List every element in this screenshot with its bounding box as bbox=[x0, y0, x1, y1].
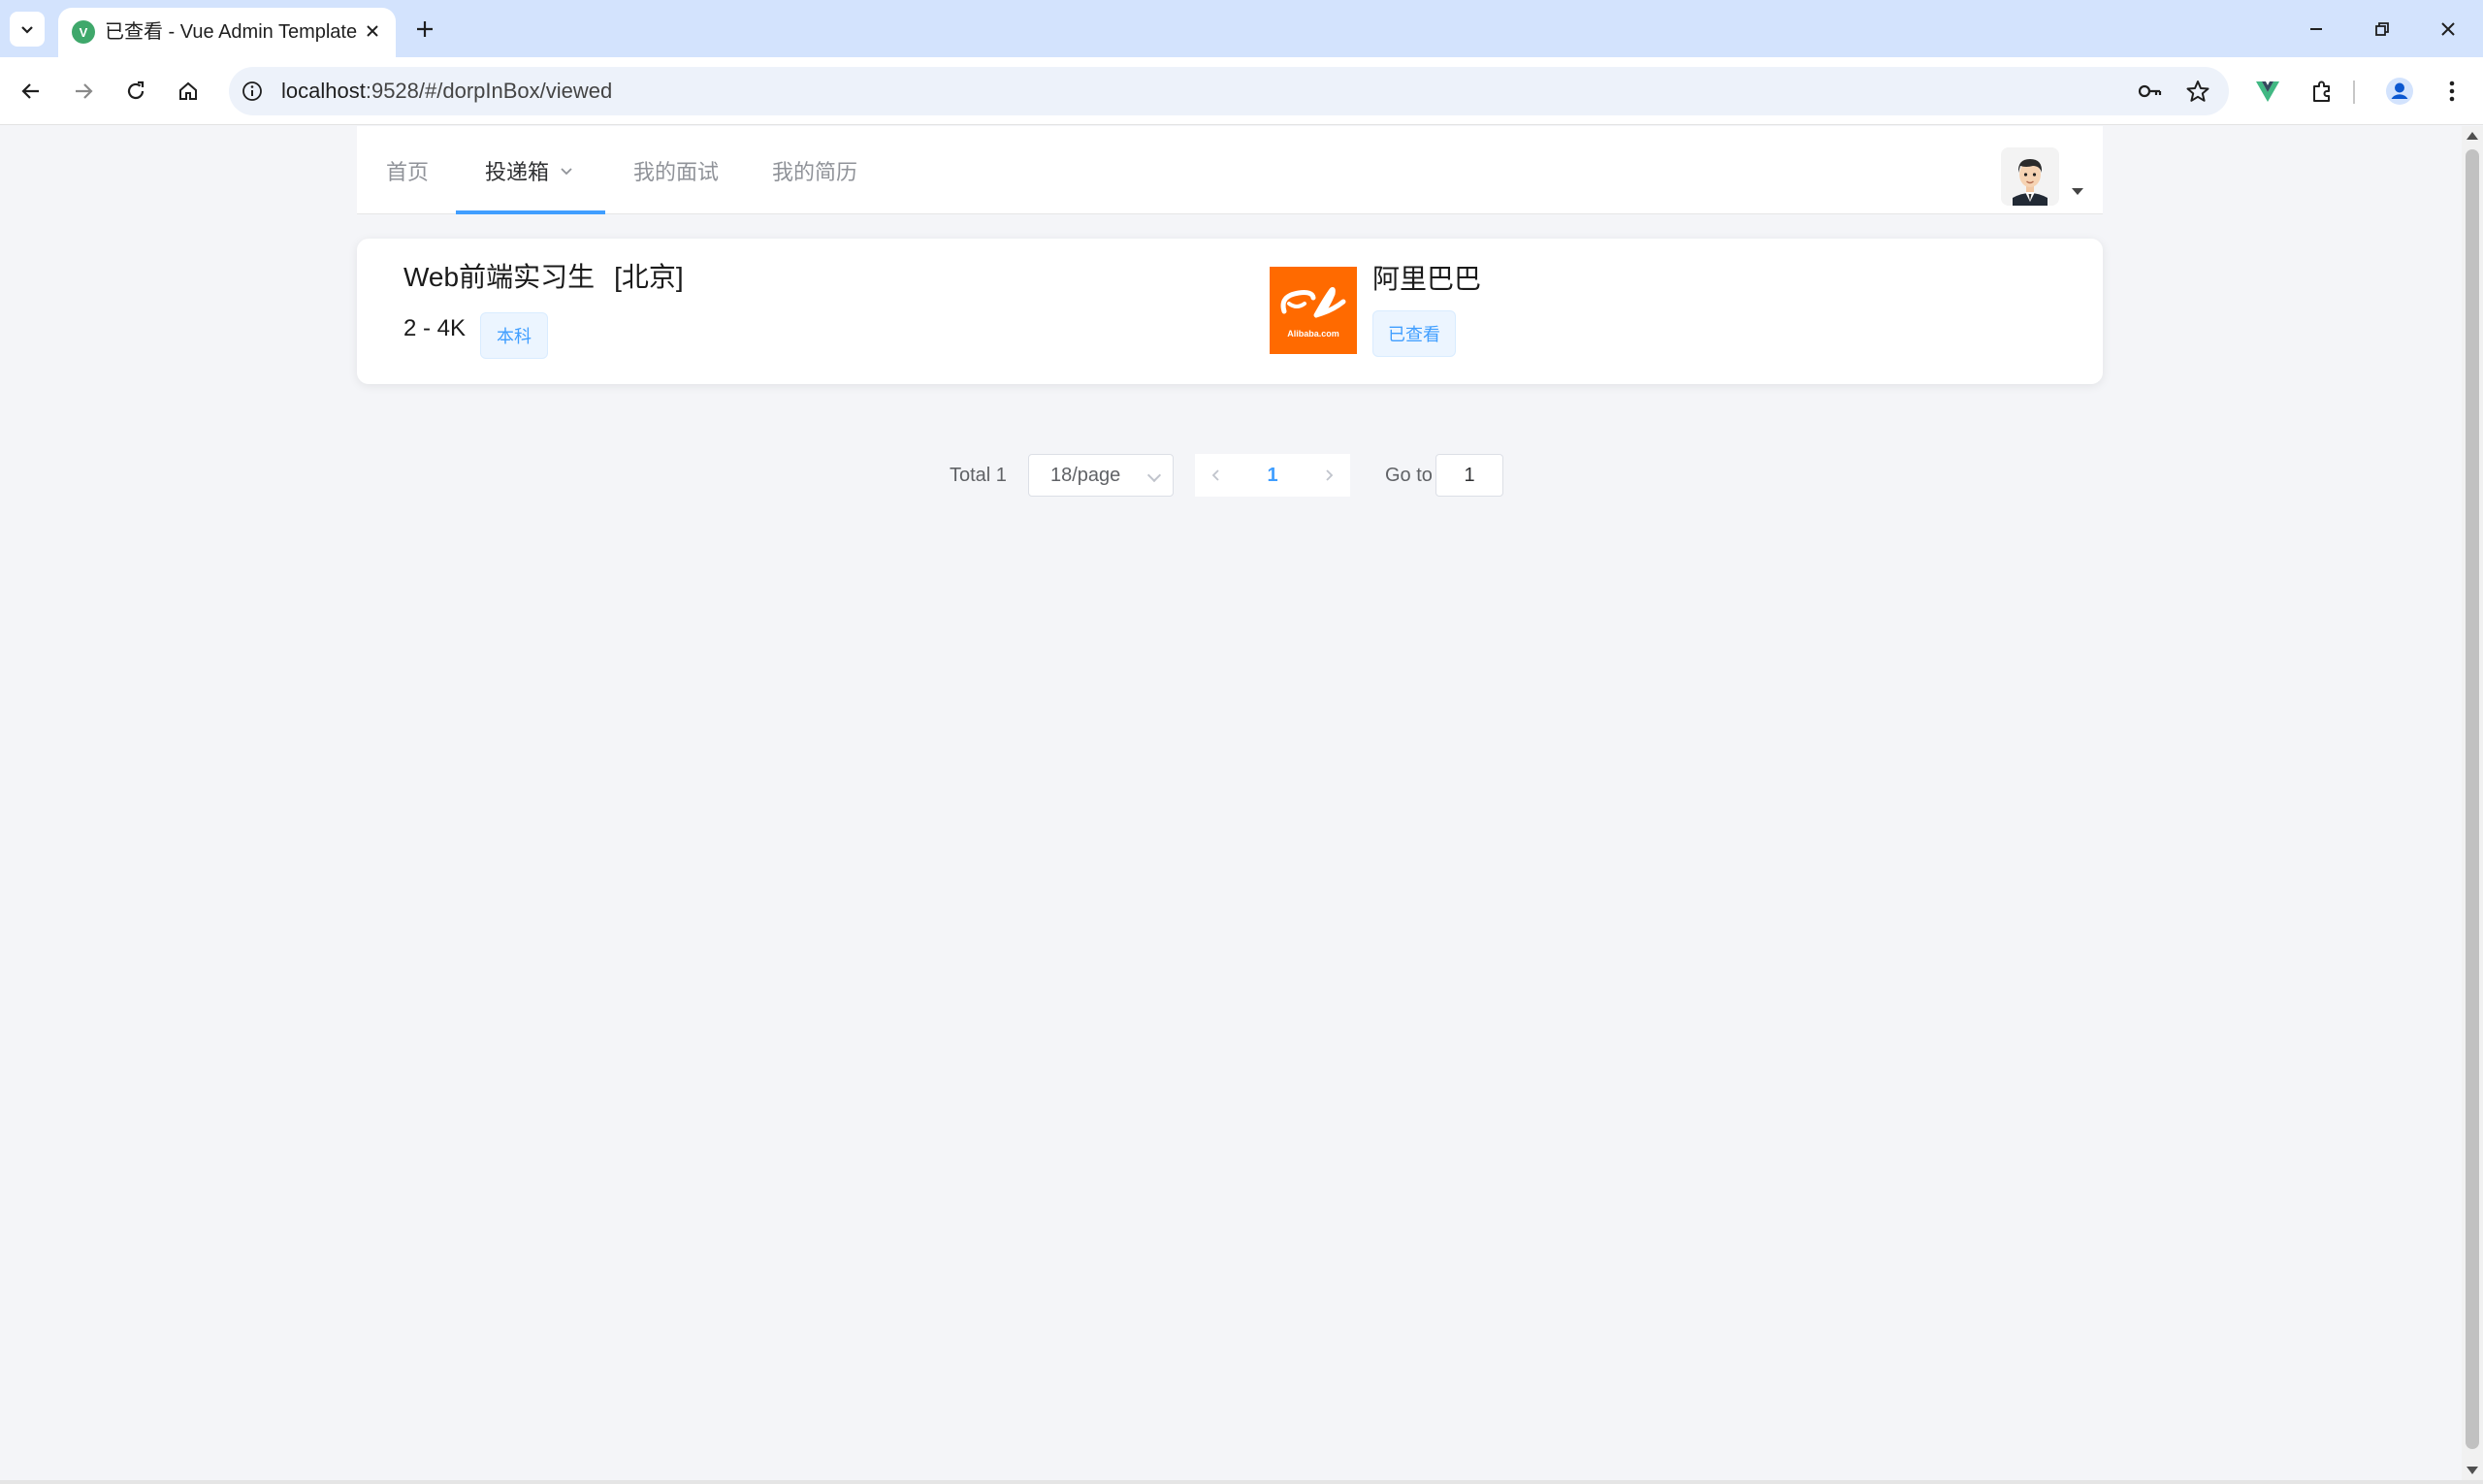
home-icon[interactable] bbox=[169, 72, 208, 111]
scroll-down-arrow-icon[interactable] bbox=[2467, 1467, 2478, 1474]
nav-item-interviews[interactable]: 我的面试 bbox=[633, 126, 719, 214]
alibaba-logo-icon: Alibaba.com bbox=[1270, 267, 1357, 354]
reload-icon[interactable] bbox=[116, 72, 155, 111]
scrollbar-thumb[interactable] bbox=[2466, 149, 2479, 1449]
restore-icon[interactable] bbox=[2361, 8, 2403, 50]
next-page-button[interactable] bbox=[1307, 454, 1350, 497]
caret-down-icon[interactable] bbox=[2072, 188, 2083, 195]
job-title-text: Web前端实习生 bbox=[403, 262, 596, 292]
goto-label: Go to bbox=[1385, 465, 1433, 486]
scroll-up-arrow-icon[interactable] bbox=[2467, 132, 2478, 140]
chevron-right-icon bbox=[1326, 469, 1334, 481]
extensions-puzzle-icon[interactable] bbox=[2303, 72, 2341, 111]
nav-item-resume[interactable]: 我的简历 bbox=[772, 126, 857, 214]
minimize-icon[interactable] bbox=[2295, 8, 2338, 50]
tab-search-button[interactable] bbox=[10, 12, 45, 47]
close-window-icon[interactable] bbox=[2427, 8, 2469, 50]
active-tab-indicator bbox=[456, 210, 605, 214]
browser-tab-strip: V 已查看 - Vue Admin Template bbox=[0, 0, 2483, 57]
new-tab-plus-icon[interactable] bbox=[407, 12, 442, 47]
prev-page-button[interactable] bbox=[1195, 454, 1238, 497]
tab-close-icon[interactable] bbox=[359, 17, 386, 45]
status-badge: 已查看 bbox=[1372, 310, 1456, 357]
page-size-select[interactable]: 18/page bbox=[1028, 454, 1174, 497]
url-text: localhost:9528/#/dorpInBox/viewed bbox=[281, 79, 612, 104]
browser-tab-active[interactable]: V 已查看 - Vue Admin Template bbox=[58, 8, 396, 57]
tab-title: 已查看 - Vue Admin Template bbox=[105, 21, 358, 43]
more-menu-icon[interactable] bbox=[2433, 72, 2471, 111]
toolbar-separator bbox=[2353, 81, 2355, 104]
job-title: Web前端实习生 [北京] bbox=[403, 260, 684, 295]
url-host: localhost bbox=[281, 79, 366, 103]
page-viewport: 首页 投递箱 我的面试 我的简历 Web前端实习生 [北京] 2 - 4K 本科… bbox=[0, 126, 2462, 1480]
user-avatar-icon bbox=[2001, 147, 2059, 206]
chevron-down-icon bbox=[561, 167, 572, 175]
nav-item-label: 我的简历 bbox=[772, 159, 858, 184]
page-number-current[interactable]: 1 bbox=[1251, 454, 1294, 497]
nav-item-label: 首页 bbox=[386, 159, 430, 184]
user-avatar[interactable] bbox=[2001, 147, 2059, 206]
chevron-left-icon bbox=[1211, 469, 1219, 481]
site-info-icon[interactable] bbox=[241, 80, 264, 103]
pagination-pager: 1 bbox=[1195, 454, 1350, 497]
back-arrow-icon[interactable] bbox=[12, 72, 50, 111]
vue-devtools-icon[interactable] bbox=[2248, 72, 2287, 111]
top-navbar: 首页 投递箱 我的面试 我的简历 bbox=[357, 126, 2103, 214]
page-size-value: 18/page bbox=[1050, 465, 1121, 486]
page-scrollbar[interactable] bbox=[2462, 126, 2483, 1480]
job-salary: 2 - 4K bbox=[403, 315, 467, 341]
window-bottom-edge bbox=[0, 1480, 2483, 1484]
password-key-icon[interactable] bbox=[2134, 76, 2165, 107]
chevron-down-icon bbox=[21, 26, 33, 34]
vue-favicon-icon: V bbox=[72, 20, 95, 44]
nav-item-label: 我的面试 bbox=[633, 159, 720, 184]
pagination-total: Total 1 bbox=[950, 465, 1007, 486]
chevron-down-icon bbox=[1146, 468, 1162, 483]
forward-arrow-icon[interactable] bbox=[64, 72, 103, 111]
nav-item-dropbox[interactable]: 投递箱 bbox=[485, 126, 574, 214]
company-name: 阿里巴巴 bbox=[1372, 264, 1482, 294]
goto-page-input[interactable]: 1 bbox=[1435, 454, 1503, 497]
job-city: [北京] bbox=[614, 262, 684, 292]
address-bar[interactable]: localhost:9528/#/dorpInBox/viewed bbox=[229, 67, 2229, 115]
browser-toolbar: localhost:9528/#/dorpInBox/viewed bbox=[0, 57, 2483, 125]
bookmark-star-icon[interactable] bbox=[2182, 76, 2213, 107]
degree-tag: 本科 bbox=[480, 312, 548, 359]
nav-item-home[interactable]: 首页 bbox=[386, 126, 429, 214]
company-logo: Alibaba.com bbox=[1270, 267, 1357, 354]
logo-wordmark: Alibaba.com bbox=[1287, 329, 1339, 339]
url-path: :9528/#/dorpInBox/viewed bbox=[365, 79, 613, 103]
profile-avatar-icon[interactable] bbox=[2380, 72, 2419, 111]
job-card[interactable]: Web前端实习生 [北京] 2 - 4K 本科 Alibaba.com 阿里巴巴 … bbox=[357, 239, 2103, 384]
nav-item-label: 投递箱 bbox=[485, 159, 550, 184]
